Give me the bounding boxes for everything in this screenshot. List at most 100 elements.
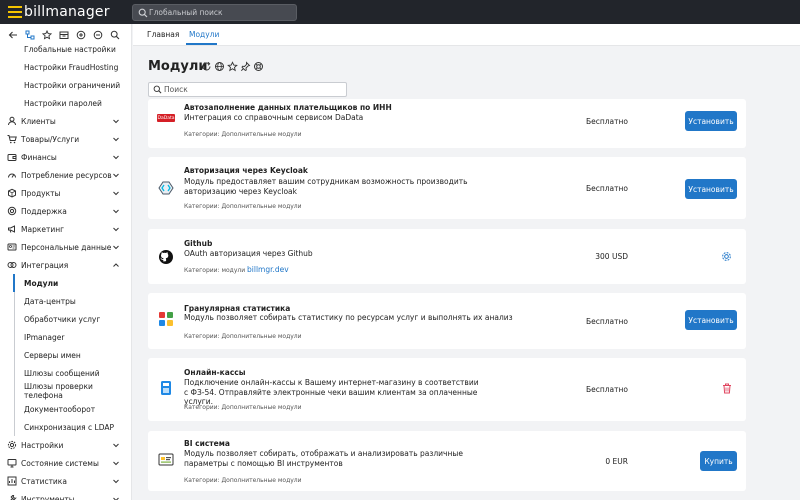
module-name: Авторизация через Keycloak xyxy=(184,166,308,175)
chevron-up-icon[interactable] xyxy=(112,261,120,269)
active-tab-indicator xyxy=(186,43,217,45)
billmanager-logo[interactable]: billmanager xyxy=(8,3,110,21)
module-category: Категории: Дополнительные модули xyxy=(184,404,302,411)
global-search[interactable] xyxy=(132,4,297,21)
chevron-down-icon[interactable] xyxy=(112,189,120,197)
sidebar-group-5[interactable]: Товары/Услуги xyxy=(0,130,131,148)
squares-icon xyxy=(159,312,173,326)
sidebar-item-label: Настройки FraudHosting xyxy=(24,62,119,72)
search-icon xyxy=(153,85,162,94)
sidebar-group-7[interactable]: Потребление ресурсов xyxy=(0,166,131,184)
search-icon xyxy=(138,8,148,18)
sidebar-item-label: IPmanager xyxy=(24,332,65,342)
sidebar-item-label: Статистика xyxy=(21,476,67,486)
sidebar-group-12[interactable]: Интеграция xyxy=(0,256,131,274)
star-icon[interactable] xyxy=(227,61,238,72)
sidebar-group-6[interactable]: Финансы xyxy=(0,148,131,166)
tab-home[interactable]: Главная xyxy=(147,30,179,39)
header-actions xyxy=(201,61,266,72)
sidebar-item-3[interactable]: Настройки паролей xyxy=(0,94,131,112)
sidebar-item-label: Дата-центры xyxy=(24,296,76,306)
sidebar-item-1[interactable]: Настройки FraudHosting xyxy=(0,58,131,76)
sidebar-item-20[interactable]: Документооборот xyxy=(0,400,131,418)
chart-icon xyxy=(7,476,17,486)
page-title: Модули xyxy=(148,59,208,74)
sidebar: Глобальные настройки Настройки FraudHosti… xyxy=(0,24,132,500)
sidebar-group-10[interactable]: Маркетинг xyxy=(0,220,131,238)
global-search-input[interactable] xyxy=(149,6,294,19)
chevron-down-icon[interactable] xyxy=(112,441,120,449)
tab-bar: Главная Модули xyxy=(133,24,800,46)
chevron-down-icon[interactable] xyxy=(112,243,120,251)
sidebar-group-23[interactable]: Состояние системы xyxy=(0,454,131,472)
meter-icon xyxy=(8,173,16,178)
sidebar-group-24[interactable]: Статистика xyxy=(0,472,131,490)
chevron-down-icon[interactable] xyxy=(112,459,120,467)
sidebar-item-18[interactable]: Шлюзы сообщений xyxy=(0,364,131,382)
sidebar-group-22[interactable]: Настройки xyxy=(0,436,131,454)
sidebar-item-label: Документооборот xyxy=(24,404,96,414)
tab-modules[interactable]: Модули xyxy=(189,30,219,39)
sidebar-item-2[interactable]: Настройки ограничений xyxy=(0,76,131,94)
module-description: Интеграция со справочным сервисом DaData xyxy=(184,113,364,122)
cash-register-icon xyxy=(161,381,171,395)
sidebar-item-label: Поддержка xyxy=(21,206,67,216)
module-category-label: Категории: модули xyxy=(184,267,248,274)
sidebar-item-label: Настройки ограничений xyxy=(24,80,121,90)
sidebar-item-19[interactable]: Шлюзы проверки телефона xyxy=(0,382,131,400)
sidebar-item-17[interactable]: Серверы имен xyxy=(0,346,131,364)
sidebar-group-11[interactable]: Персональные данные xyxy=(0,238,131,256)
chevron-down-icon[interactable] xyxy=(112,171,120,179)
install-button[interactable]: Установить xyxy=(685,310,737,330)
sidebar-group-9[interactable]: Поддержка xyxy=(0,202,131,220)
module-category: Категории: Дополнительные модули xyxy=(184,203,302,210)
globe-icon[interactable] xyxy=(214,61,225,72)
chevron-down-icon[interactable] xyxy=(112,225,120,233)
module-card-bi-system: BI система Модуль позволяет собирать, от… xyxy=(148,431,746,491)
sidebar-item-label: Товары/Услуги xyxy=(21,134,80,144)
module-search-input[interactable] xyxy=(164,83,344,96)
sidebar-item-label: Шлюзы проверки телефона xyxy=(24,382,93,400)
chevron-down-icon[interactable] xyxy=(112,135,120,143)
trash-icon[interactable] xyxy=(722,383,732,394)
id-card-icon xyxy=(7,243,17,251)
module-card-github: Github OAuth авторизация через Github Ка… xyxy=(148,229,746,284)
module-name: BI система xyxy=(184,439,230,448)
sidebar-item-13[interactable]: Модули xyxy=(0,274,131,292)
sidebar-item-21[interactable]: Синхронизация с LDAP xyxy=(0,418,131,436)
sidebar-group-8[interactable]: Продукты xyxy=(0,184,131,202)
sidebar-item-label: Настройки паролей xyxy=(24,98,102,108)
module-name: Автозаполнение данных плательщиков по ИН… xyxy=(184,103,392,112)
module-card-granular-stats: Гранулярная статистика Модуль позволяет … xyxy=(148,293,746,349)
sidebar-item-14[interactable]: Дата-центры xyxy=(0,292,131,310)
sidebar-item-15[interactable]: Обработчики услуг xyxy=(0,310,131,328)
module-category: Категории: Дополнительные модули xyxy=(184,333,302,340)
sidebar-group-4[interactable]: Клиенты xyxy=(0,112,131,130)
sidebar-group-25[interactable]: Инструменты xyxy=(0,490,131,500)
sidebar-item-16[interactable]: IPmanager xyxy=(0,328,131,346)
install-button[interactable]: Установить xyxy=(685,111,737,131)
module-category-link[interactable]: billmgr.dev xyxy=(247,265,289,274)
chevron-down-icon[interactable] xyxy=(112,477,120,485)
refresh-icon[interactable] xyxy=(201,61,212,72)
module-description: Модуль предоставляет вашим сотрудникам в… xyxy=(184,177,468,196)
pin-icon[interactable] xyxy=(240,61,251,72)
chevron-down-icon[interactable] xyxy=(112,153,120,161)
tools-icon xyxy=(10,495,17,500)
sidebar-item-label: Маркетинг xyxy=(21,224,65,234)
help-lifebuoy-icon[interactable] xyxy=(253,61,264,72)
cart-icon xyxy=(7,135,17,144)
logo-text: billmanager xyxy=(24,4,110,20)
gear-icon[interactable] xyxy=(721,251,732,262)
install-button[interactable]: Установить xyxy=(685,179,737,199)
module-price: Бесплатно xyxy=(585,117,628,126)
chevron-down-icon[interactable] xyxy=(112,495,120,500)
chevron-down-icon[interactable] xyxy=(112,117,120,125)
buy-button[interactable]: Купить xyxy=(700,451,737,471)
sidebar-item-0[interactable]: Глобальные настройки xyxy=(0,40,131,58)
module-price: Бесплатно xyxy=(585,385,628,394)
integration-icon xyxy=(7,262,17,268)
sidebar-item-label: Шлюзы сообщений xyxy=(24,368,100,378)
chevron-down-icon[interactable] xyxy=(112,207,120,215)
module-search[interactable] xyxy=(148,82,347,97)
